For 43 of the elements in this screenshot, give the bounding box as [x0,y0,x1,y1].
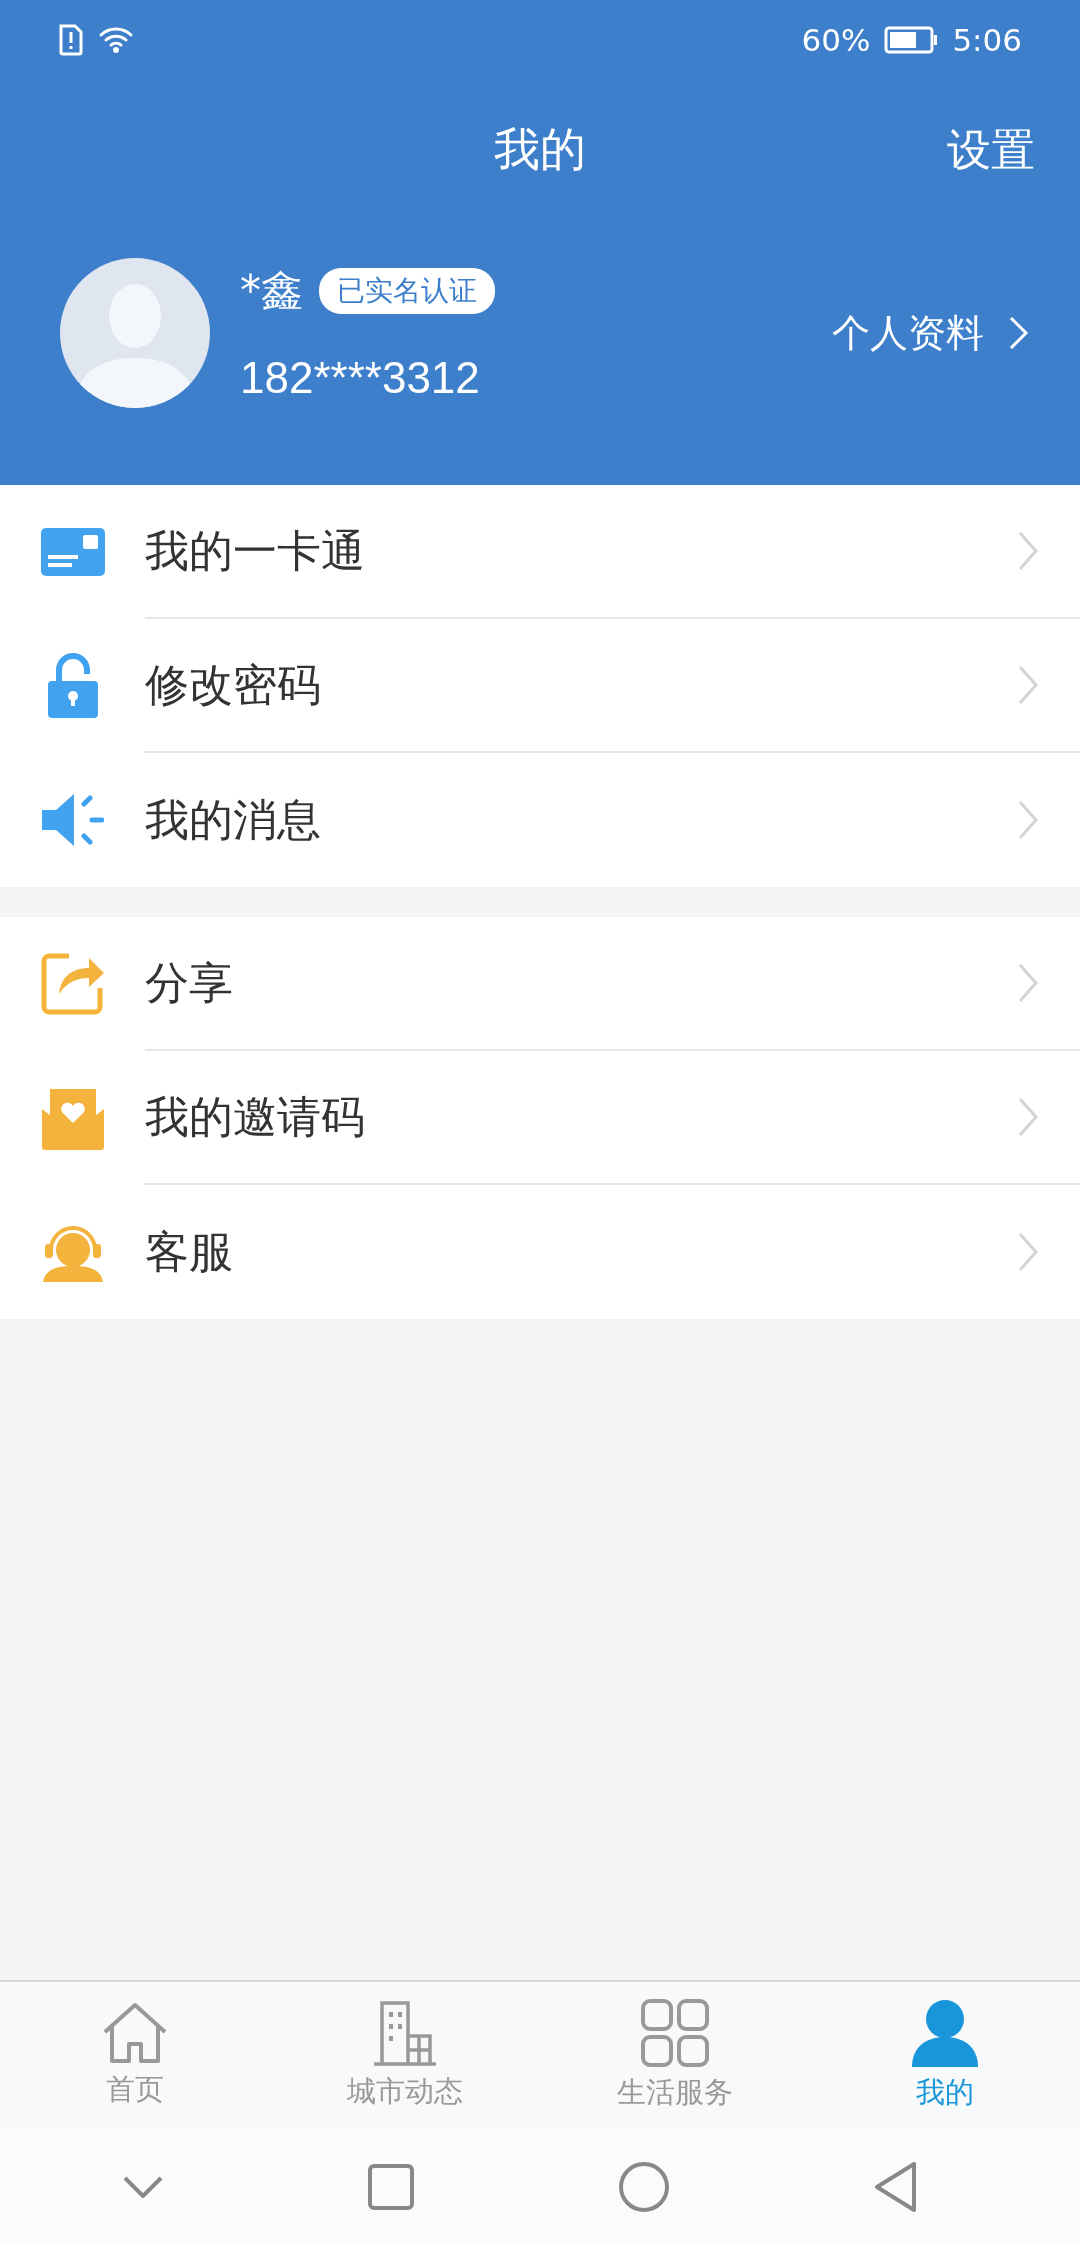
chevron-right-icon [1018,800,1038,840]
menu-item[interactable]: 修改密码 [0,619,1080,753]
menu-item[interactable]: 我的消息 [0,753,1080,887]
speaker-icon [41,793,104,847]
share-icon [40,952,105,1016]
menu-label: 修改密码 [145,657,321,712]
menu-item[interactable]: 分享 [0,917,1080,1051]
menu-label: 分享 [145,955,233,1010]
verified-badge: 已实名认证 [319,268,495,314]
menu-label: 我的邀请码 [145,1089,365,1144]
chevron-right-icon [1018,1097,1038,1137]
phone-number: 182****3312 [240,353,481,403]
wifi-icon [98,25,134,55]
menu-item[interactable]: 我的邀请码 [0,1051,1080,1185]
menu-item[interactable]: 我的一卡通 [0,485,1080,619]
home-icon [102,2002,168,2064]
building-icon [372,2000,438,2066]
chevron-down-icon[interactable] [122,2176,163,2198]
menu-item[interactable]: 客服 [0,1185,1080,1319]
chevron-right-icon [1018,1232,1038,1272]
menu-label: 我的消息 [145,792,321,847]
grid-icon [641,1999,709,2067]
status-time: 5:06 [952,22,1022,58]
lock-icon [46,653,99,719]
avatar-icon [60,258,210,408]
settings-button[interactable]: 设置 [947,120,1035,180]
user-name: *鑫 [240,265,303,317]
recents-button-icon[interactable] [367,2164,414,2210]
menu-label: 我的一卡通 [145,523,365,578]
battery-icon [884,26,939,54]
chevron-right-icon [1018,531,1038,571]
back-button-icon[interactable] [873,2162,918,2212]
chevron-right-icon [1008,315,1030,351]
battery-percent: 60% [801,22,871,58]
chevron-right-icon [1018,665,1038,705]
sim-alert-icon [58,24,84,56]
profile-link[interactable]: 个人资料 [832,307,1030,359]
menu-label: 客服 [145,1224,233,1279]
chevron-right-icon [1018,963,1038,1003]
home-button-icon[interactable] [618,2162,669,2212]
page-title: 我的 [494,121,586,178]
card-icon [40,528,105,576]
person-icon [912,1999,978,2067]
